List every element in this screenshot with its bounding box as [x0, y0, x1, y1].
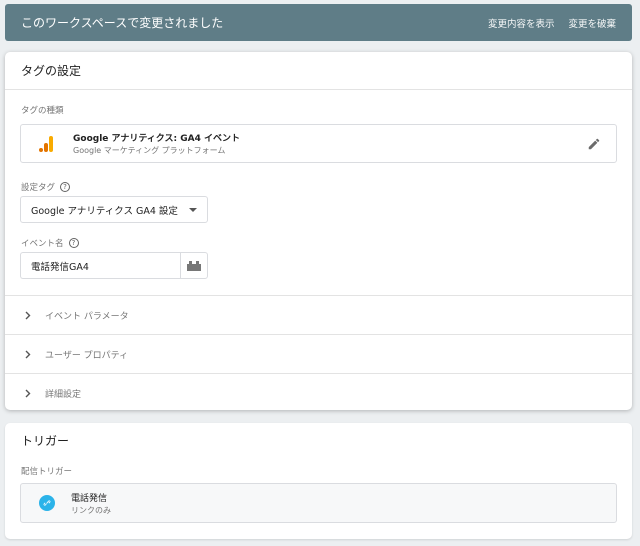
event-name-input[interactable] [20, 252, 180, 279]
tag-type-label: タグの種類 [21, 104, 64, 116]
section-user-properties[interactable]: ユーザー プロパティ [5, 334, 632, 373]
edit-pencil-icon[interactable] [582, 132, 606, 156]
event-name-field [20, 252, 208, 279]
tag-configuration-title: タグの設定 [5, 52, 632, 90]
link-icon [39, 495, 55, 511]
firing-triggers-label: 配信トリガー [21, 465, 72, 477]
discard-changes-link[interactable]: 変更を破棄 [568, 16, 616, 30]
chevron-right-icon [25, 311, 33, 320]
tag-configuration-card: タグの設定 タグの種類 Google アナリティクス: GA4 イベント Goo… [5, 52, 632, 410]
help-icon[interactable]: ? [60, 182, 71, 192]
tag-type-label-text: タグの種類 [21, 106, 64, 116]
config-tag-value: Google アナリティクス GA4 設定 [31, 205, 178, 217]
chevron-down-icon [189, 208, 197, 212]
section-label: イベント パラメータ [45, 311, 129, 322]
section-event-parameters[interactable]: イベント パラメータ [5, 295, 632, 334]
variable-picker-button[interactable] [180, 252, 208, 279]
banner-title: このワークスペースで変更されました [21, 16, 224, 30]
chevron-right-icon [25, 350, 33, 359]
tag-type-selector[interactable]: Google アナリティクス: GA4 イベント Google マーケティング … [20, 124, 617, 163]
config-tag-label: 設定タグ ? [21, 181, 71, 193]
chevron-right-icon [25, 389, 33, 398]
triggering-title: トリガー [21, 433, 70, 448]
trigger-item[interactable]: 電話発信 リンクのみ [20, 483, 617, 523]
section-label: 詳細設定 [45, 389, 82, 400]
help-icon[interactable]: ? [68, 238, 79, 248]
show-changes-link[interactable]: 変更内容を表示 [488, 16, 555, 30]
triggering-card: トリガー 配信トリガー 電話発信 リンクのみ [5, 423, 632, 539]
event-name-label: イベント名 ? [21, 237, 79, 249]
trigger-name: 電話発信 [71, 493, 108, 504]
trigger-type: リンクのみ [71, 505, 111, 515]
section-advanced-settings[interactable]: 詳細設定 [5, 373, 632, 412]
config-tag-dropdown[interactable]: Google アナリティクス GA4 設定 [20, 196, 208, 223]
section-label: ユーザー プロパティ [45, 350, 129, 361]
firing-triggers-label-text: 配信トリガー [21, 467, 73, 477]
workspace-change-banner: このワークスペースで変更されました 変更内容を表示 変更を破棄 [5, 4, 632, 41]
tag-type-name: Google アナリティクス: GA4 イベント [73, 134, 241, 144]
event-name-label-text: イベント名 [21, 239, 64, 249]
variable-brick-icon [187, 260, 201, 271]
google-analytics-icon [39, 135, 53, 152]
tag-type-platform: Google マーケティング プラットフォーム [73, 146, 226, 155]
config-tag-label-text: 設定タグ [21, 183, 56, 193]
